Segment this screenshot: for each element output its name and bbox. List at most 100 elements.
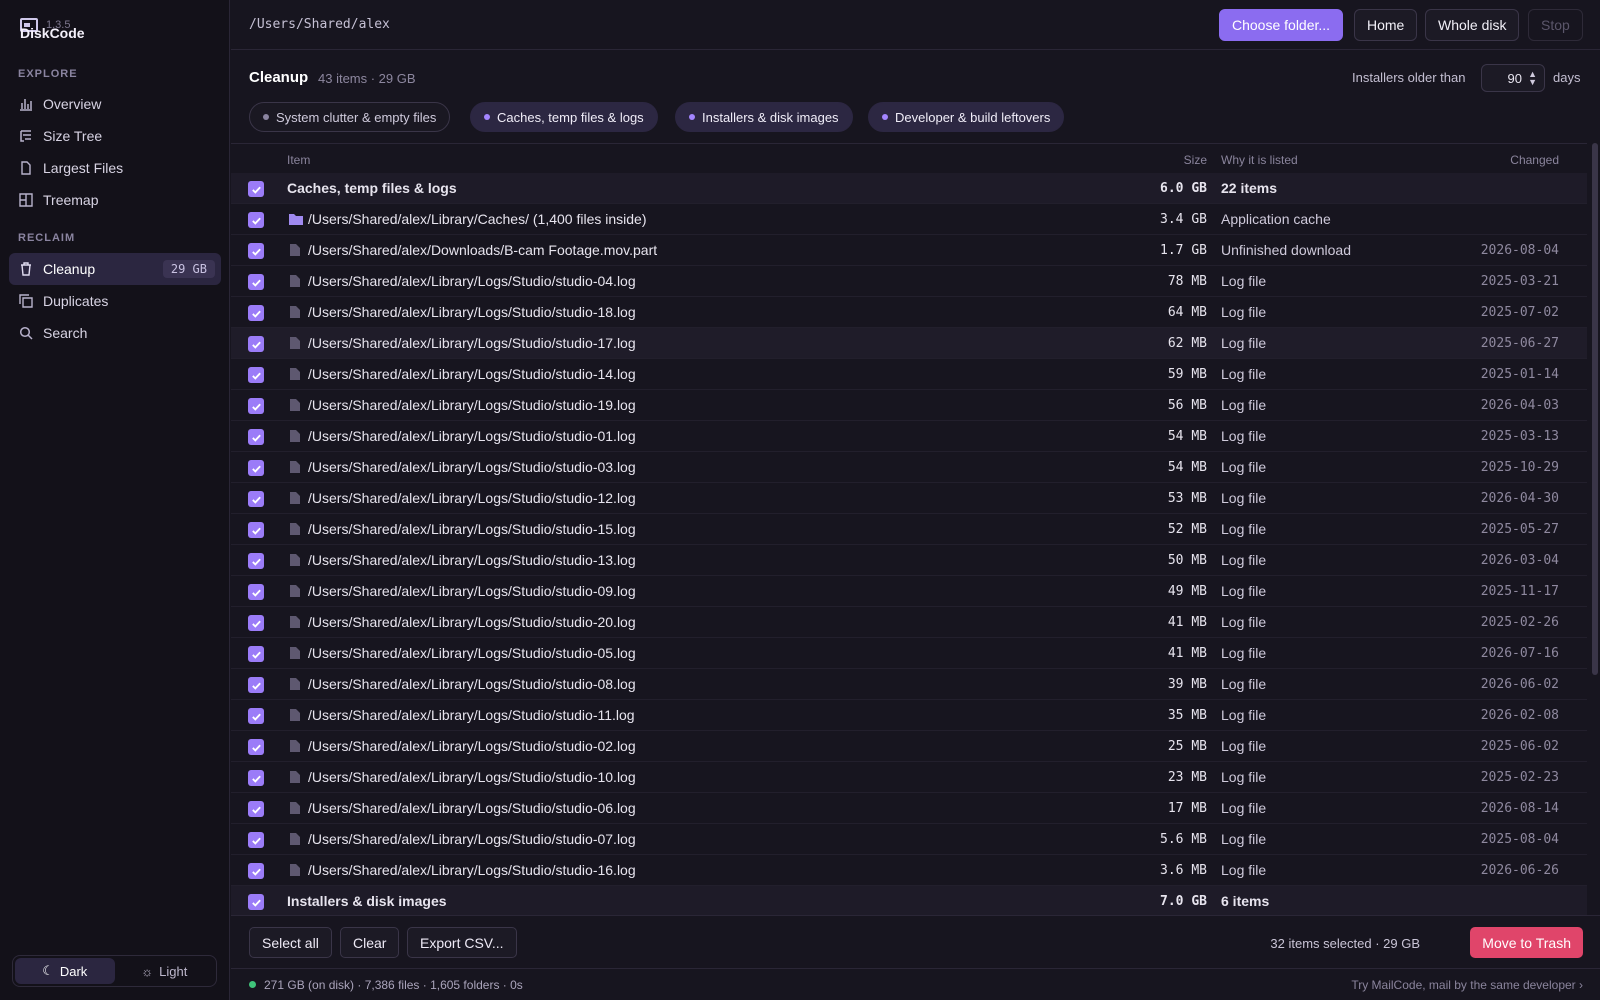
row-checkbox[interactable] — [248, 274, 264, 290]
row-checkbox[interactable] — [248, 646, 264, 662]
row-checkbox[interactable] — [248, 801, 264, 817]
row-size: 3.4 GB — [1160, 212, 1207, 227]
column-size[interactable]: Size — [1184, 153, 1207, 167]
select-all-button[interactable]: Select all — [249, 927, 332, 958]
table-row[interactable]: /Users/Shared/alex/Library/Logs/Studio/s… — [231, 793, 1587, 824]
row-reason: Log file — [1221, 862, 1267, 878]
table-row[interactable]: /Users/Shared/alex/Downloads/B-cam Foota… — [231, 235, 1587, 266]
table-row[interactable]: /Users/Shared/alex/Library/Caches/ (1,40… — [231, 204, 1587, 235]
file-icon — [289, 274, 301, 291]
table-row[interactable]: /Users/Shared/alex/Library/Logs/Studio/s… — [231, 421, 1587, 452]
stepper-arrows-icon[interactable]: ▲ ▼ — [1528, 70, 1537, 87]
table-row[interactable]: /Users/Shared/alex/Library/Logs/Studio/s… — [231, 359, 1587, 390]
row-checkbox[interactable] — [248, 677, 264, 693]
row-checkbox[interactable] — [248, 863, 264, 879]
sidebar-item-treemap[interactable]: Treemap — [9, 184, 221, 216]
table-row[interactable]: /Users/Shared/alex/Library/Logs/Studio/s… — [231, 297, 1587, 328]
table-row[interactable]: /Users/Shared/alex/Library/Logs/Studio/s… — [231, 514, 1587, 545]
sidebar-item-duplicates[interactable]: Duplicates — [9, 285, 221, 317]
table-row[interactable]: /Users/Shared/alex/Library/Logs/Studio/s… — [231, 824, 1587, 855]
row-checkbox[interactable] — [248, 429, 264, 445]
export-csv-button[interactable]: Export CSV... — [407, 927, 517, 958]
row-name: /Users/Shared/alex/Library/Caches/ (1,40… — [308, 211, 647, 227]
table-scrollbar[interactable] — [1592, 143, 1598, 675]
column-item[interactable]: Item — [287, 153, 310, 167]
table-row[interactable]: /Users/Shared/alex/Library/Logs/Studio/s… — [231, 576, 1587, 607]
row-checkbox[interactable] — [248, 305, 264, 321]
row-checkbox[interactable] — [248, 522, 264, 538]
row-checkbox[interactable] — [248, 832, 264, 848]
row-checkbox[interactable] — [248, 553, 264, 569]
row-checkbox[interactable] — [248, 894, 264, 910]
row-size: 50 MB — [1167, 553, 1207, 568]
sidebar-item-largest-files[interactable]: Largest Files — [9, 152, 221, 184]
promo-link[interactable]: Try MailCode, mail by the same developer… — [1351, 978, 1583, 992]
page-title: Cleanup — [249, 69, 309, 86]
row-checkbox[interactable] — [248, 708, 264, 724]
group-row[interactable]: Installers & disk images 7.0 GB 6 items — [231, 886, 1587, 915]
column-why[interactable]: Why it is listed — [1221, 153, 1298, 167]
bar-chart-icon — [19, 97, 33, 111]
group-row[interactable]: Caches, temp files & logs 6.0 GB 22 items — [231, 173, 1587, 204]
theme-light-button[interactable]: ☼ Light — [115, 958, 215, 984]
installers-days-stepper[interactable]: 90 ▲ ▼ — [1481, 64, 1545, 92]
row-size: 41 MB — [1167, 615, 1207, 630]
filter-system-clutter[interactable]: System clutter & empty files — [249, 102, 451, 132]
column-changed[interactable]: Changed — [1510, 153, 1559, 167]
row-size: 62 MB — [1167, 336, 1207, 351]
cleanup-size-badge: 29 GB — [162, 260, 215, 278]
row-reason: Log file — [1221, 273, 1267, 289]
search-icon — [19, 326, 33, 340]
table-row[interactable]: /Users/Shared/alex/Library/Logs/Studio/s… — [231, 700, 1587, 731]
table-row[interactable]: /Users/Shared/alex/Library/Logs/Studio/s… — [231, 545, 1587, 576]
filter-developer[interactable]: Developer & build leftovers — [868, 102, 1065, 132]
filter-caches[interactable]: Caches, temp files & logs — [470, 102, 658, 132]
row-checkbox[interactable] — [248, 491, 264, 507]
table-row[interactable]: /Users/Shared/alex/Library/Logs/Studio/s… — [231, 390, 1587, 421]
row-checkbox[interactable] — [248, 615, 264, 631]
sidebar-item-overview[interactable]: Overview — [9, 88, 221, 120]
choose-folder-button[interactable]: Choose folder... — [1219, 9, 1344, 41]
filter-installers[interactable]: Installers & disk images — [675, 102, 853, 132]
table-row[interactable]: /Users/Shared/alex/Library/Logs/Studio/s… — [231, 266, 1587, 297]
row-checkbox[interactable] — [248, 181, 264, 197]
table-row[interactable]: /Users/Shared/alex/Library/Logs/Studio/s… — [231, 452, 1587, 483]
row-checkbox[interactable] — [248, 367, 264, 383]
row-reason: Log file — [1221, 583, 1267, 599]
row-checkbox[interactable] — [248, 243, 264, 259]
row-checkbox[interactable] — [248, 336, 264, 352]
folder-icon — [288, 212, 304, 229]
whole-disk-button[interactable]: Whole disk — [1425, 9, 1520, 41]
row-checkbox[interactable] — [248, 770, 264, 786]
row-checkbox[interactable] — [248, 398, 264, 414]
page-summary: 43 items · 29 GB — [318, 71, 416, 86]
sidebar-item-search[interactable]: Search — [9, 317, 221, 349]
sidebar-item-size-tree[interactable]: Size Tree — [9, 120, 221, 152]
file-icon — [289, 677, 301, 694]
move-to-trash-button[interactable]: Move to Trash — [1470, 927, 1583, 958]
row-checkbox[interactable] — [248, 739, 264, 755]
chip-dot-icon — [263, 114, 269, 120]
table-row[interactable]: /Users/Shared/alex/Library/Logs/Studio/s… — [231, 855, 1587, 886]
row-reason: Log file — [1221, 366, 1267, 382]
table-row[interactable]: /Users/Shared/alex/Library/Logs/Studio/s… — [231, 638, 1587, 669]
table-row[interactable]: /Users/Shared/alex/Library/Logs/Studio/s… — [231, 669, 1587, 700]
sidebar-item-label: Size Tree — [43, 128, 103, 144]
row-checkbox[interactable] — [248, 584, 264, 600]
table-row[interactable]: /Users/Shared/alex/Library/Logs/Studio/s… — [231, 762, 1587, 793]
file-icon — [289, 801, 301, 818]
table-row[interactable]: /Users/Shared/alex/Library/Logs/Studio/s… — [231, 328, 1587, 359]
home-button[interactable]: Home — [1354, 9, 1418, 41]
row-checkbox[interactable] — [248, 460, 264, 476]
row-checkbox[interactable] — [248, 212, 264, 228]
row-name: /Users/Shared/alex/Library/Logs/Studio/s… — [308, 738, 636, 754]
table-row[interactable]: /Users/Shared/alex/Library/Logs/Studio/s… — [231, 483, 1587, 514]
row-reason: Log file — [1221, 521, 1267, 537]
row-changed: 2026-06-26 — [1480, 863, 1559, 878]
clear-button[interactable]: Clear — [340, 927, 400, 958]
table-row[interactable]: /Users/Shared/alex/Library/Logs/Studio/s… — [231, 731, 1587, 762]
theme-dark-button[interactable]: ☾ Dark — [15, 958, 115, 984]
sidebar-item-cleanup[interactable]: Cleanup 29 GB — [9, 253, 221, 285]
stop-button[interactable]: Stop — [1528, 9, 1583, 41]
table-row[interactable]: /Users/Shared/alex/Library/Logs/Studio/s… — [231, 607, 1587, 638]
